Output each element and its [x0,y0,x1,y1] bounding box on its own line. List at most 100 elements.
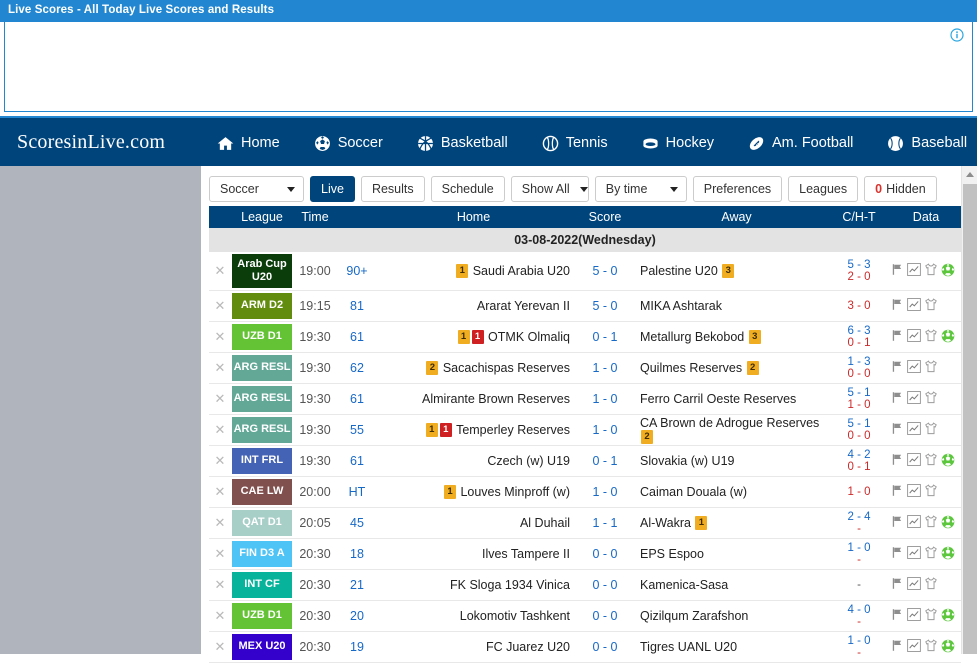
score-cell[interactable]: 1 - 0 [577,383,633,415]
jersey-icon[interactable] [924,453,938,466]
home-team-name[interactable]: Temperley Reserves [456,423,570,437]
table-row[interactable]: ✕ CAE LW 20:00 HT 1 Louves Minproff (w) 1 -… [209,476,961,508]
home-team-cell[interactable]: FC Juarez U20 [377,631,577,663]
table-row[interactable]: ✕ UZB D1 20:30 20 Lokomotiv Tashkent 0 - 0… [209,600,961,632]
league-cell[interactable]: UZB D1 [231,600,293,632]
soccer-ball-icon[interactable] [941,639,955,653]
th-data[interactable]: Data [885,206,961,228]
home-team-cell[interactable]: Al Duhail [377,507,577,539]
close-icon[interactable]: ✕ [215,453,226,468]
jersey-icon[interactable] [924,546,938,559]
home-team-name[interactable]: Louves Minproff (w) [460,485,570,499]
league-badge[interactable]: ARG RESL [232,417,292,443]
row-close-cell[interactable]: ✕ [209,290,231,322]
data-cell[interactable] [885,321,961,353]
home-team-name[interactable]: Ararat Yerevan II [477,299,570,313]
data-cell[interactable] [885,631,961,663]
score-cell[interactable]: 1 - 0 [577,414,633,446]
league-badge[interactable]: FIN D3 A [232,541,292,567]
home-team-cell[interactable]: Ilves Tampere II [377,538,577,570]
close-icon[interactable]: ✕ [215,577,226,592]
row-close-cell[interactable]: ✕ [209,321,231,353]
league-cell[interactable]: FIN D3 A [231,538,293,570]
chart-icon[interactable] [907,360,921,373]
league-cell[interactable]: ARM D2 [231,290,293,322]
chart-icon[interactable] [907,298,921,311]
jersey-icon[interactable] [924,360,938,373]
flag-icon[interactable] [891,329,904,342]
away-team-cell[interactable]: Al-Wakra 1 [633,507,833,539]
score-cell[interactable]: 1 - 0 [577,476,633,508]
soccer-ball-icon[interactable] [941,515,955,529]
close-icon[interactable]: ✕ [215,391,226,406]
tab-schedule[interactable]: Schedule [430,176,505,202]
row-close-cell[interactable]: ✕ [209,383,231,415]
close-icon[interactable]: ✕ [215,360,226,375]
data-cell[interactable] [885,507,961,539]
row-close-cell[interactable]: ✕ [209,600,231,632]
th-league[interactable]: League [231,206,293,228]
away-team-cell[interactable]: EPS Espoo [633,538,833,570]
away-team-name[interactable]: Kamenica-Sasa [640,578,728,592]
table-row[interactable]: ✕ MEX U20 20:30 19 FC Juarez U20 0 - 0 Tigr… [209,631,961,663]
league-cell[interactable]: ARG RESL [231,414,293,446]
sort-select[interactable]: By time [594,176,687,202]
score-cell[interactable]: 5 - 0 [577,252,633,291]
table-row[interactable]: ✕ QAT D1 20:05 45 Al Duhail 1 - 1 Al-Wakra … [209,507,961,539]
away-team-cell[interactable]: Tigres UANL U20 [633,631,833,663]
th-home[interactable]: Home [377,206,577,228]
away-team-cell[interactable]: Qizilqum Zarafshon [633,600,833,632]
info-icon[interactable] [950,28,964,42]
soccer-ball-icon[interactable] [941,546,955,560]
jersey-icon[interactable] [924,484,938,497]
flag-icon[interactable] [891,546,904,559]
jersey-icon[interactable] [924,298,938,311]
away-team-cell[interactable]: Palestine U20 3 [633,252,833,291]
row-close-cell[interactable]: ✕ [209,507,231,539]
league-badge[interactable]: ARG RESL [232,386,292,412]
away-team-cell[interactable]: Metallurg Bekobod 3 [633,321,833,353]
chart-icon[interactable] [907,608,921,622]
league-cell[interactable]: QAT D1 [231,507,293,539]
table-row[interactable]: ✕ UZB D1 19:30 61 1 1 OTMK Olmaliq 0 - 1 Meta… [209,321,961,353]
away-team-name[interactable]: Slovakia (w) U19 [640,454,734,468]
away-team-name[interactable]: Al-Wakra [640,516,691,530]
row-close-cell[interactable]: ✕ [209,252,231,291]
flag-icon[interactable] [891,453,904,466]
home-team-name[interactable]: Almirante Brown Reserves [422,392,570,406]
row-close-cell[interactable]: ✕ [209,631,231,663]
league-badge[interactable]: ARM D2 [232,293,292,319]
home-team-name[interactable]: OTMK Olmaliq [488,330,570,344]
data-cell[interactable] [885,352,961,384]
nav-item-baseball[interactable]: Baseball [870,118,977,168]
jersey-icon[interactable] [924,515,938,528]
nav-item-tennis[interactable]: Tennis [525,118,625,168]
close-icon[interactable]: ✕ [215,608,226,623]
scrollbar-thumb[interactable] [963,184,977,654]
scroll-up-arrow-icon[interactable] [962,166,977,182]
score-cell[interactable]: 0 - 0 [577,569,633,601]
close-icon[interactable]: ✕ [215,639,226,654]
tab-live[interactable]: Live [310,176,355,202]
league-cell[interactable]: ARG RESL [231,352,293,384]
data-cell[interactable] [885,290,961,322]
jersey-icon[interactable] [924,422,938,435]
home-team-name[interactable]: FK Sloga 1934 Vinica [450,578,570,592]
away-team-cell[interactable]: Quilmes Reserves 2 [633,352,833,384]
soccer-ball-icon[interactable] [941,608,955,622]
away-team-name[interactable]: EPS Espoo [640,547,704,561]
hidden-button[interactable]: 0 Hidden [864,176,937,202]
table-row[interactable]: ✕ Arab Cup U20 19:00 90+ 1 Saudi Arabia U2… [209,252,961,291]
close-icon[interactable]: ✕ [215,263,226,278]
home-team-cell[interactable]: 1 Saudi Arabia U20 [377,252,577,291]
away-team-cell[interactable]: Ferro Carril Oeste Reserves [633,383,833,415]
nav-item-am-football[interactable]: Am. Football [731,118,870,168]
league-cell[interactable]: MEX U20 [231,631,293,663]
close-icon[interactable]: ✕ [215,298,226,313]
chart-icon[interactable] [907,453,921,467]
flag-icon[interactable] [891,298,904,311]
flag-icon[interactable] [891,515,904,528]
score-cell[interactable]: 1 - 1 [577,507,633,539]
row-close-cell[interactable]: ✕ [209,445,231,477]
close-icon[interactable]: ✕ [215,329,226,344]
